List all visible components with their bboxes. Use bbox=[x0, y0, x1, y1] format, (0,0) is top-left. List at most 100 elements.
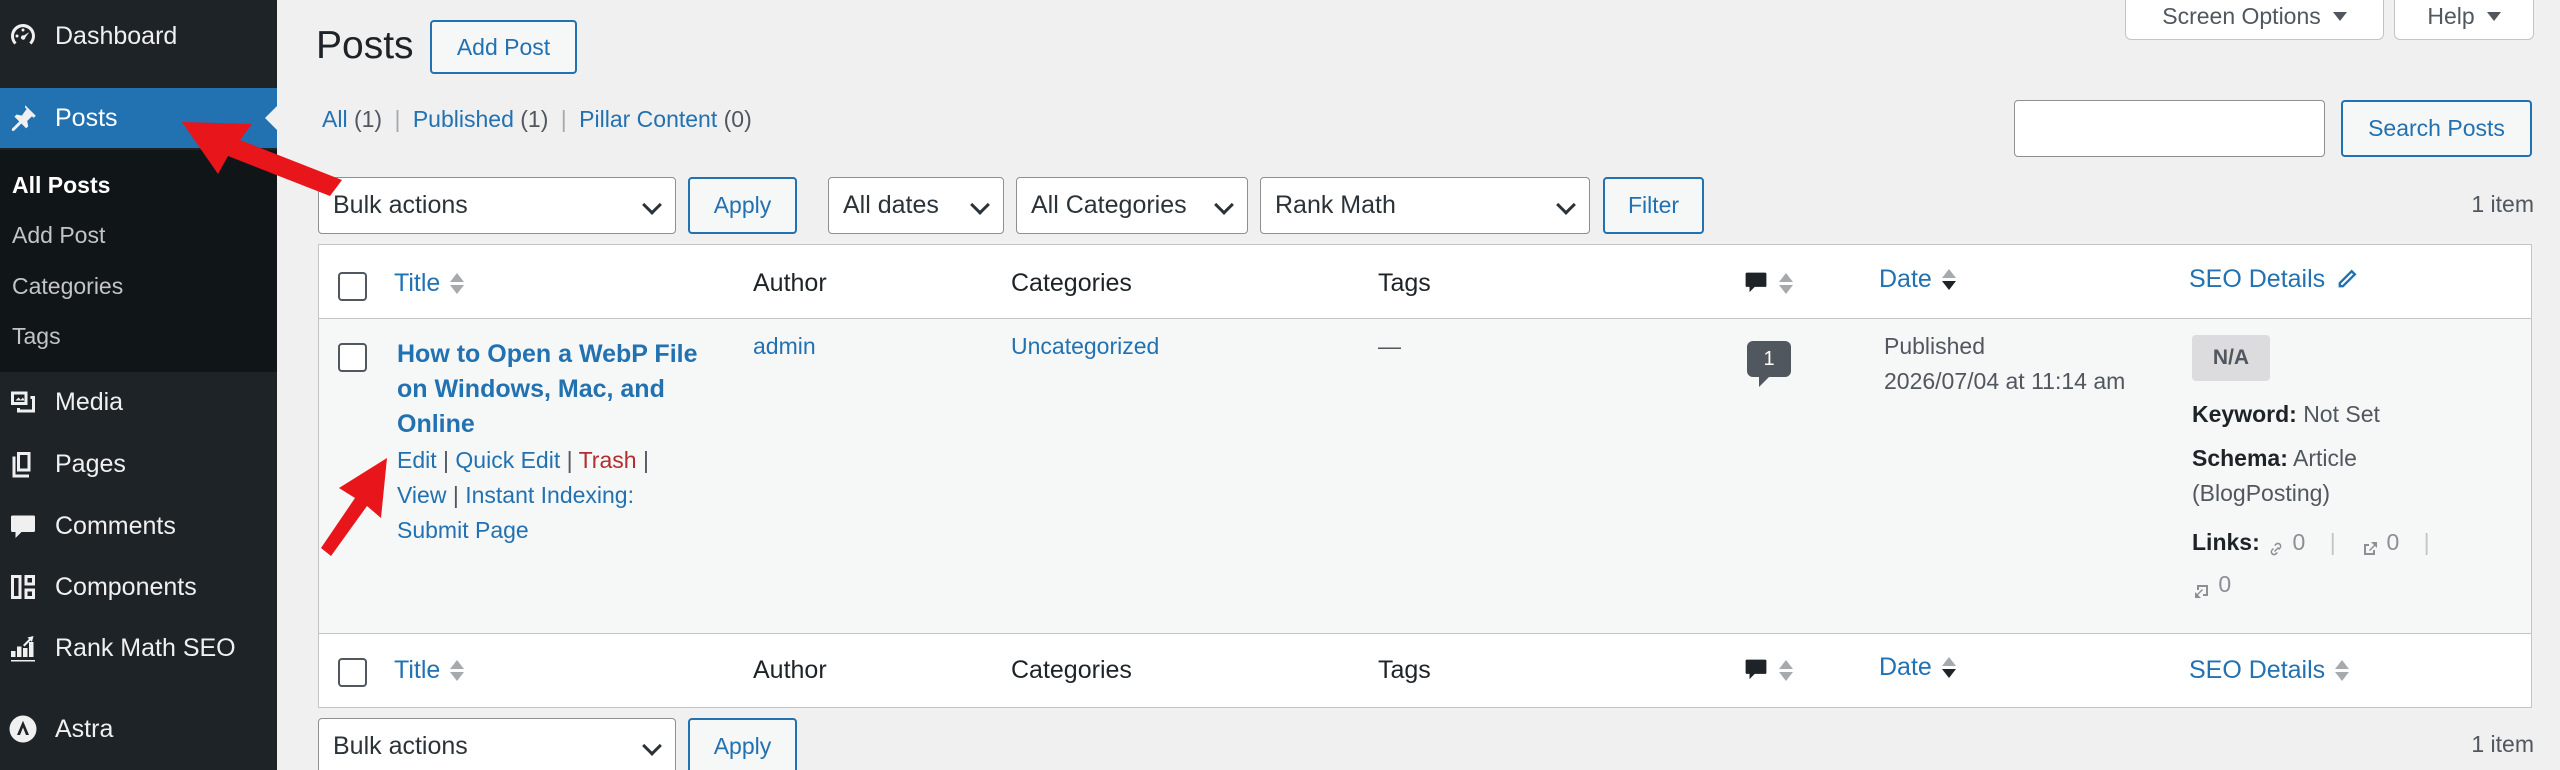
column-seo-details-bottom[interactable]: SEO Details bbox=[2189, 652, 2350, 688]
sort-icon bbox=[1779, 659, 1793, 681]
submenu-categories[interactable]: Categories bbox=[12, 273, 123, 300]
sidebar-item-posts[interactable]: Posts bbox=[0, 88, 277, 148]
column-title-bottom[interactable]: Title bbox=[394, 652, 465, 688]
page-title: Posts bbox=[316, 24, 414, 67]
sidebar-item-label: Comments bbox=[55, 511, 176, 540]
bulk-actions-select-bottom[interactable]: Bulk actions bbox=[318, 718, 676, 770]
apply-button[interactable]: Apply bbox=[688, 177, 797, 234]
column-date[interactable]: Date bbox=[1879, 261, 1956, 297]
table-row: How to Open a WebP File on Windows, Mac,… bbox=[319, 319, 2531, 633]
chevron-down-icon bbox=[642, 735, 662, 756]
sort-icon bbox=[450, 272, 465, 294]
view-link[interactable]: View bbox=[397, 482, 446, 508]
submenu-tags[interactable]: Tags bbox=[12, 323, 61, 350]
table-footer: Title Author Categories Tags Date SEO De… bbox=[319, 633, 2531, 707]
dates-select[interactable]: All dates bbox=[828, 177, 1004, 234]
submenu-all-posts[interactable]: All Posts bbox=[12, 172, 110, 199]
media-icon bbox=[6, 385, 40, 419]
sort-desc-icon bbox=[1941, 656, 1956, 678]
seo-keyword: Keyword: Not Set bbox=[2192, 397, 2380, 432]
post-status-filter: All (1) | Published (1) | Pillar Content… bbox=[322, 106, 752, 133]
filter-button[interactable]: Filter bbox=[1603, 177, 1704, 234]
status-all-link[interactable]: All bbox=[322, 106, 348, 132]
edit-link[interactable]: Edit bbox=[397, 447, 437, 473]
sidebar-item-label: Pages bbox=[55, 449, 126, 478]
dates-value: All dates bbox=[843, 191, 939, 219]
submenu-add-post[interactable]: Add Post bbox=[12, 222, 105, 249]
column-title-label: Title bbox=[394, 655, 441, 684]
search-input[interactable] bbox=[2014, 100, 2325, 157]
column-date-bottom[interactable]: Date bbox=[1879, 649, 1956, 685]
separator: | bbox=[566, 447, 573, 473]
sidebar-item-pages[interactable]: Pages bbox=[0, 434, 277, 494]
separator: | bbox=[2329, 529, 2336, 555]
sidebar-item-comments[interactable]: Comments bbox=[0, 496, 277, 556]
status-pillar-link[interactable]: Pillar Content bbox=[579, 106, 717, 132]
admin-sidebar: Dashboard Posts All Posts Add Post Categ… bbox=[0, 0, 277, 770]
sidebar-item-rank-math-seo[interactable]: Rank Math SEO bbox=[0, 618, 277, 678]
sidebar-item-label: Components bbox=[55, 572, 197, 601]
rank-math-value: Rank Math bbox=[1275, 191, 1396, 219]
column-tags-bottom: Tags bbox=[1378, 655, 1431, 684]
status-pillar-count: (0) bbox=[723, 106, 752, 132]
seo-schema: Schema: Article (BlogPosting) bbox=[2192, 441, 2492, 511]
column-categories-bottom: Categories bbox=[1011, 655, 1132, 684]
internal-links-count: 0 bbox=[2292, 529, 2306, 555]
column-comments[interactable] bbox=[1743, 265, 1793, 301]
items-count-bottom: 1 item bbox=[2471, 731, 2534, 757]
seo-score-badge: N/A bbox=[2192, 335, 2270, 381]
column-title[interactable]: Title bbox=[394, 265, 465, 301]
comment-count-bubble[interactable]: 1 bbox=[1747, 341, 1791, 387]
quick-edit-link[interactable]: Quick Edit bbox=[455, 447, 560, 473]
column-comments-bottom[interactable] bbox=[1743, 652, 1793, 688]
sidebar-item-media[interactable]: Media bbox=[0, 372, 277, 432]
apply-button-bottom[interactable]: Apply bbox=[688, 718, 797, 770]
tags-value: — bbox=[1378, 333, 1401, 359]
help-label: Help bbox=[2427, 3, 2475, 29]
status-published-link[interactable]: Published bbox=[413, 106, 514, 132]
search-posts-button[interactable]: Search Posts bbox=[2341, 100, 2532, 157]
sidebar-item-astra[interactable]: Astra bbox=[0, 699, 277, 759]
sidebar-item-dashboard[interactable]: Dashboard bbox=[0, 6, 277, 66]
category-link[interactable]: Uncategorized bbox=[1011, 333, 1159, 359]
chevron-down-icon bbox=[1214, 194, 1234, 215]
seo-incoming-links: 0 bbox=[2192, 567, 2231, 602]
row-actions: Edit | Quick Edit | Trash | View | Insta… bbox=[397, 443, 697, 548]
column-seo-details[interactable]: SEO Details bbox=[2189, 261, 2359, 297]
sidebar-item-label: Media bbox=[55, 387, 124, 416]
post-title-link[interactable]: How to Open a WebP File on Windows, Mac,… bbox=[397, 337, 717, 442]
date-value: 2026/07/04 at 11:14 am bbox=[1884, 368, 2126, 394]
sidebar-item-components[interactable]: Components bbox=[0, 557, 277, 617]
separator: | bbox=[443, 447, 450, 473]
trash-link[interactable]: Trash bbox=[579, 447, 637, 473]
separator: | bbox=[452, 482, 459, 508]
separator: | bbox=[2423, 529, 2430, 555]
select-all-checkbox[interactable] bbox=[338, 272, 367, 301]
pages-icon bbox=[6, 447, 40, 481]
pin-icon bbox=[6, 101, 40, 135]
rank-math-select[interactable]: Rank Math bbox=[1260, 177, 1590, 234]
external-link-icon bbox=[2360, 534, 2380, 555]
sort-icon bbox=[2335, 659, 2350, 681]
incoming-links-count: 0 bbox=[2218, 571, 2232, 597]
column-seo-label: SEO Details bbox=[2189, 655, 2326, 684]
items-count-top: 1 item bbox=[2471, 191, 2534, 217]
pencil-icon[interactable] bbox=[2335, 267, 2359, 291]
bulk-actions-select[interactable]: Bulk actions bbox=[318, 177, 676, 234]
row-checkbox[interactable] bbox=[338, 343, 367, 372]
table-header: Title Author Categories Tags Date SEO De… bbox=[319, 245, 2531, 319]
help-button[interactable]: Help bbox=[2394, 0, 2534, 40]
keyword-value: Not Set bbox=[2303, 401, 2380, 427]
external-links-count: 0 bbox=[2386, 529, 2400, 555]
separator: | bbox=[560, 106, 567, 132]
bulk-actions-value: Bulk actions bbox=[333, 732, 468, 760]
chevron-down-icon bbox=[970, 194, 990, 215]
screen-options-button[interactable]: Screen Options bbox=[2125, 0, 2384, 40]
categories-select[interactable]: All Categories bbox=[1016, 177, 1248, 234]
dashboard-icon bbox=[6, 19, 40, 53]
posts-submenu: All Posts Add Post Categories Tags bbox=[0, 150, 277, 372]
column-date-label: Date bbox=[1879, 652, 1932, 681]
author-link[interactable]: admin bbox=[753, 333, 816, 359]
select-all-checkbox-bottom[interactable] bbox=[338, 658, 367, 687]
add-post-button[interactable]: Add Post bbox=[430, 20, 577, 74]
